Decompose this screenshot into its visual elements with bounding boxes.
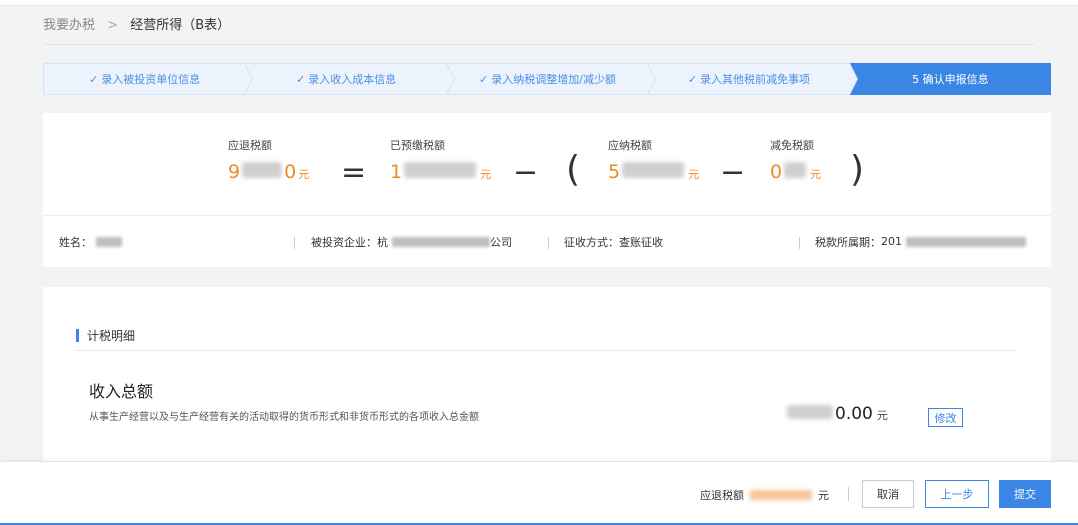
section-divider (76, 350, 1017, 351)
redacted-name (96, 236, 122, 247)
name-field: 姓名： (59, 216, 122, 267)
income-amount-suffix: 0.00 (835, 404, 873, 424)
footer-total: 应退税额 元 (700, 487, 829, 503)
redacted-amount (787, 405, 833, 419)
step-label: 录入纳税调整增加/减少额 (491, 73, 616, 86)
page-header: 我要办税 > 经营所得（B表） (0, 6, 1078, 58)
step-progress: ✓ 录入被投资单位信息 ✓ 录入收入成本信息 ✓ 录入纳税调整增加/减少额 ✓ … (43, 63, 1052, 95)
payable-block: 应纳税额 5 元 (608, 137, 699, 183)
equal-sign: = (341, 155, 367, 190)
enterprise-suffix: 公司 (490, 235, 512, 249)
enterprise-prefix: 杭 (377, 235, 388, 249)
method-label: 征收方式： (564, 235, 619, 249)
refund-label: 应退税额 (228, 139, 272, 152)
income-total-title: 收入总额 (89, 382, 154, 401)
check-icon: ✓ (89, 72, 99, 86)
refund-block: 应退税额 9 0 元 (228, 137, 309, 183)
prepaid-block: 已预缴税额 1 元 (390, 137, 491, 183)
tax-formula: 应退税额 9 0 元 = 已预缴税额 1 元 − ( 应纳税额 5 元 − 减免… (43, 113, 1051, 215)
exempt-block: 减免税额 0 元 (770, 137, 821, 183)
step-label: 录入其他税前减免事项 (700, 73, 811, 86)
step-arrow (848, 63, 858, 95)
submit-button[interactable]: 提交 (999, 480, 1051, 508)
left-paren: ( (566, 149, 581, 190)
redacted-value (404, 162, 477, 178)
check-icon: ✓ (479, 72, 489, 86)
redacted-total (750, 490, 812, 500)
step-arrow (647, 63, 657, 95)
step-label: 录入被投资单位信息 (101, 73, 201, 86)
footer-total-unit: 元 (818, 489, 829, 502)
right-paren: ) (850, 149, 865, 190)
cancel-button[interactable]: 取消 (862, 480, 914, 508)
unit-label: 元 (810, 168, 822, 181)
section-title-text: 计税明细 (87, 329, 136, 343)
redacted-value (622, 162, 685, 178)
unit-label: 元 (480, 168, 492, 181)
previous-step-button[interactable]: 上一步 (925, 480, 989, 508)
name-label: 姓名： (59, 235, 92, 249)
refund-value: 9 0 元 (228, 161, 309, 183)
step-5-active: 5 确认申报信息 (849, 63, 1052, 95)
payable-value-prefix: 5 (608, 161, 621, 183)
minus-sign: − (513, 155, 539, 190)
footer-total-label: 应退税额 (700, 489, 744, 502)
info-separator (294, 237, 295, 249)
redacted-value (242, 162, 283, 178)
prepaid-value: 1 元 (390, 161, 491, 183)
income-unit: 元 (876, 409, 888, 422)
breadcrumb-separator: > (107, 18, 119, 33)
refund-value-prefix: 9 (228, 161, 241, 183)
check-icon: ✓ (296, 72, 306, 86)
method-value: 查账征收 (619, 235, 663, 249)
step-label: 5 确认申报信息 (912, 73, 989, 86)
redacted-enterprise (392, 236, 490, 247)
minus-sign: − (720, 155, 746, 190)
step-4[interactable]: ✓ 录入其他税前减免事项 (648, 63, 858, 95)
period-field: 税款所属期： 201 (815, 216, 1026, 267)
step-label: 录入收入成本信息 (308, 73, 397, 86)
edit-income-button[interactable]: 修改 (928, 408, 963, 427)
refund-value-suffix: 0 (284, 161, 297, 183)
income-total-amount: 0.00 元 (785, 404, 888, 424)
step-arrow (244, 63, 254, 95)
unit-label: 元 (688, 168, 700, 181)
exempt-value-prefix: 0 (770, 161, 783, 183)
step-arrow (445, 63, 455, 95)
step-1[interactable]: ✓ 录入被投资单位信息 (43, 63, 254, 95)
section-title: 计税明细 (76, 327, 135, 344)
header-divider (43, 44, 1035, 45)
enterprise-field: 被投资企业： 杭 公司 (311, 216, 512, 267)
prepaid-value-prefix: 1 (390, 161, 403, 183)
footer-separator (848, 487, 849, 501)
section-marker (76, 329, 79, 342)
check-icon: ✓ (687, 72, 698, 86)
enterprise-label: 被投资企业： (311, 235, 377, 249)
info-separator (548, 237, 549, 249)
summary-card: 应退税额 9 0 元 = 已预缴税额 1 元 − ( 应纳税额 5 元 − 减免… (43, 113, 1051, 267)
tax-detail-card: 计税明细 收入总额 从事生产经营以及与生产经营有关的活动取得的货币形式和非货币形… (43, 287, 1051, 462)
payable-value: 5 元 (608, 161, 699, 183)
method-field: 征收方式： 查账征收 (564, 216, 663, 267)
step-3[interactable]: ✓ 录入纳税调整增加/减少额 (446, 63, 657, 95)
income-total-description: 从事生产经营以及与生产经营有关的活动取得的货币形式和非货币形式的各项收入总金额 (89, 412, 479, 423)
period-prefix: 201 (881, 235, 902, 248)
exempt-value: 0 元 (770, 161, 821, 183)
breadcrumb-root[interactable]: 我要办税 (43, 18, 95, 33)
info-separator (799, 237, 800, 249)
exempt-label: 减免税额 (770, 139, 814, 152)
footer-bar: 应退税额 元 取消 上一步 提交 (0, 461, 1078, 525)
step-2[interactable]: ✓ 录入收入成本信息 (245, 63, 455, 95)
taxpayer-info-row: 姓名： 被投资企业： 杭 公司 征收方式： 查账征收 税款所属期： 201 (43, 216, 1051, 267)
breadcrumb-current: 经营所得（B表） (130, 18, 231, 33)
prepaid-label: 已预缴税额 (390, 139, 445, 152)
breadcrumb: 我要办税 > 经营所得（B表） (43, 14, 230, 33)
unit-label: 元 (298, 168, 310, 181)
period-label: 税款所属期： (815, 235, 881, 249)
payable-label: 应纳税额 (608, 139, 652, 152)
redacted-period (906, 236, 1026, 247)
redacted-value (784, 162, 807, 178)
